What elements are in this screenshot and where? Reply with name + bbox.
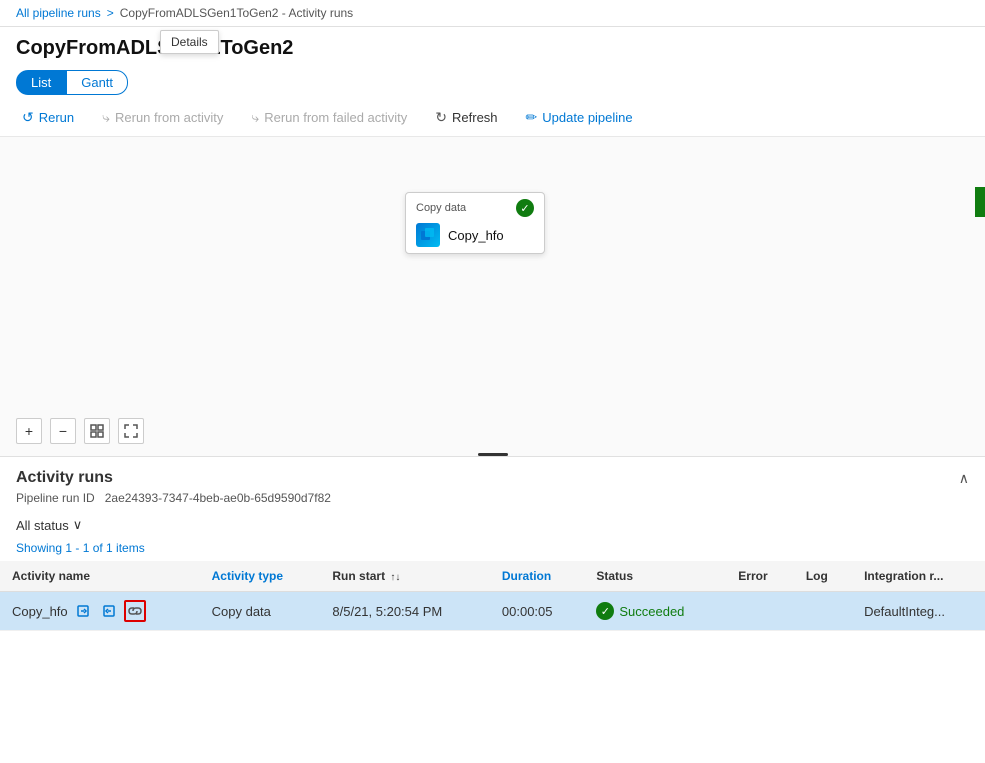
list-view-button[interactable]: List (16, 70, 66, 95)
cell-error (726, 592, 794, 631)
cell-integration-runtime: DefaultInteg... (852, 592, 985, 631)
cell-duration: 00:00:05 (490, 592, 584, 631)
fit-view-button[interactable] (84, 418, 110, 444)
run-start-sort-icon: ↑↓ (390, 572, 400, 583)
status-success-icon: ✓ (596, 602, 614, 620)
col-activity-type[interactable]: Activity type (200, 561, 321, 592)
col-status: Status (584, 561, 726, 592)
rerun-button[interactable]: ↺ Rerun (16, 105, 80, 130)
col-activity-name: Activity name (0, 561, 200, 592)
status-filter-button[interactable]: All status ∨ (16, 517, 82, 533)
rerun-from-activity-button[interactable]: ⤷ Rerun from activity (96, 105, 229, 130)
pipeline-canvas: Copy data ✓ Copy_hfo + − (0, 137, 985, 457)
pipeline-run-id-value: 2ae24393-7347-4beb-ae0b-65d9590d7f82 (105, 491, 331, 505)
collapse-section-button[interactable]: ∧ (959, 470, 969, 487)
update-pipeline-icon: ✏ (526, 109, 538, 126)
pipeline-node[interactable]: Copy data ✓ Copy_hfo (405, 192, 545, 254)
zoom-out-button[interactable]: − (50, 418, 76, 444)
col-run-start[interactable]: Run start ↑↓ (320, 561, 490, 592)
node-header: Copy data ✓ (416, 199, 534, 217)
cell-status: ✓ Succeeded (584, 592, 726, 631)
status-success-cell: ✓ Succeeded (596, 602, 714, 620)
breadcrumb: All pipeline runs > CopyFromADLSGen1ToGe… (0, 0, 985, 27)
pipeline-run-id-label: Pipeline run ID (16, 491, 95, 505)
refresh-button[interactable]: ↻ Refresh (429, 105, 503, 130)
row-actions (72, 600, 146, 622)
page-title: CopyFromADLSGen1ToGen2 (0, 27, 985, 66)
status-filter-row: All status ∨ (0, 511, 985, 539)
rerun-from-failed-icon: ⤷ (251, 109, 259, 126)
row-link-icon-button[interactable] (124, 600, 146, 622)
view-toggle: List Gantt (0, 66, 985, 99)
copy-data-icon (416, 223, 440, 247)
table-row[interactable]: Copy_hfo (0, 592, 985, 631)
status-filter-label: All status (16, 518, 69, 533)
details-tooltip: Details (160, 30, 219, 54)
toolbar: ↺ Rerun ⤷ Rerun from activity ⤷ Rerun fr… (0, 99, 985, 137)
breadcrumb-parent[interactable]: All pipeline runs (16, 6, 101, 20)
node-name: Copy_hfo (448, 228, 504, 243)
col-error: Error (726, 561, 794, 592)
update-pipeline-button[interactable]: ✏ Update pipeline (520, 105, 639, 130)
col-log: Log (794, 561, 852, 592)
refresh-icon: ↻ (435, 109, 447, 126)
activity-header: Activity runs ∧ (0, 457, 985, 491)
breadcrumb-separator: > (107, 6, 114, 20)
canvas-green-indicator (975, 187, 985, 217)
breadcrumb-current: CopyFromADLSGen1ToGen2 - Activity runs (120, 6, 353, 20)
activity-table: Activity name Activity type Run start ↑↓… (0, 561, 985, 631)
canvas-resize-handle[interactable] (478, 453, 508, 456)
pipeline-run-id-row: Pipeline run ID 2ae24393-7347-4beb-ae0b-… (0, 491, 985, 511)
gantt-view-button[interactable]: Gantt (66, 70, 128, 95)
zoom-in-button[interactable]: + (16, 418, 42, 444)
showing-count: Showing 1 - 1 of 1 items (0, 539, 985, 561)
canvas-controls: + − (16, 418, 144, 444)
cell-activity-type: Copy data (200, 592, 321, 631)
col-integration-runtime: Integration r... (852, 561, 985, 592)
expand-button[interactable] (118, 418, 144, 444)
row-input-icon-button[interactable] (72, 600, 94, 622)
row-output-icon-button[interactable] (98, 600, 120, 622)
col-duration[interactable]: Duration (490, 561, 584, 592)
status-filter-chevron-icon: ∨ (73, 517, 83, 533)
cell-run-start: 8/5/21, 5:20:54 PM (320, 592, 490, 631)
activity-runs-section: Activity runs ∧ Pipeline run ID 2ae24393… (0, 457, 985, 631)
cell-log (794, 592, 852, 631)
node-success-badge: ✓ (516, 199, 534, 217)
cell-activity-name: Copy_hfo (0, 592, 200, 631)
node-type-label: Copy data (416, 202, 466, 214)
rerun-from-failed-button[interactable]: ⤷ Rerun from failed activity (245, 105, 413, 130)
node-body: Copy_hfo (416, 223, 534, 247)
table-header: Activity name Activity type Run start ↑↓… (0, 561, 985, 592)
rerun-icon: ↺ (22, 109, 34, 126)
status-label: Succeeded (619, 604, 684, 619)
activity-runs-title: Activity runs (16, 469, 113, 487)
rerun-from-activity-icon: ⤷ (102, 109, 110, 126)
